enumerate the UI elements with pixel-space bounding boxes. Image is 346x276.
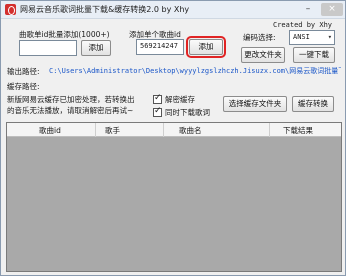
select-cache-folder-button[interactable]: 选择缓存文件夹 [223, 96, 287, 112]
cache-path-label: 缓存路径: [7, 82, 40, 91]
column-header-song-name[interactable]: 歌曲名 [179, 125, 202, 136]
minimize-button[interactable]: – [301, 3, 315, 16]
credit-text: Created by Xhy [273, 21, 333, 29]
encoding-label: 编码选择: [243, 33, 276, 42]
main-window: 网易云音乐歌词批量下载&缓存转换2.0 by Xhy – × Created b… [0, 0, 346, 276]
decrypt-cache-checkbox[interactable]: 解密缓存 [153, 93, 195, 105]
convert-cache-button[interactable]: 缓存转换 [292, 96, 334, 112]
output-path-link[interactable]: C:\Users\Administrator\Desktop\wyyylzgsl… [49, 66, 341, 76]
column-header-download-result[interactable]: 下载结果 [283, 125, 313, 136]
change-folder-button[interactable]: 更改文件夹 [241, 47, 285, 63]
output-path-label: 输出路径: [7, 67, 40, 76]
download-lyrics-label: 同时下载歌词 [165, 108, 210, 117]
table-header: 歌曲id 歌手 歌曲名 下载结果 [7, 123, 341, 137]
notice-line-1: 新版网易云缓存已加密处理，若转换出 [7, 95, 135, 104]
batch-id-label: 曲歌单id批量添加(1000+) [19, 30, 110, 39]
single-id-input[interactable]: 569214247 [136, 39, 184, 55]
notice-line-2: 的音乐无法播放，请取消解密后再试~ [7, 106, 134, 115]
batch-id-input[interactable] [19, 40, 77, 56]
song-table[interactable]: 歌曲id 歌手 歌曲名 下载结果 [6, 122, 342, 272]
window-title: 网易云音乐歌词批量下载&缓存转换2.0 by Xhy [20, 5, 190, 14]
close-button[interactable]: × [321, 3, 343, 16]
decrypt-cache-label: 解密缓存 [165, 95, 195, 104]
checkbox-checked-icon [153, 106, 162, 117]
download-lyrics-checkbox[interactable]: 同时下载歌词 [153, 106, 210, 118]
column-header-artist[interactable]: 歌手 [105, 125, 120, 136]
download-all-button[interactable]: 一键下载 [293, 47, 335, 63]
netease-music-icon [5, 4, 16, 15]
encoding-select[interactable]: ANSI ▾ [289, 30, 335, 45]
batch-add-button[interactable]: 添加 [81, 40, 111, 56]
single-add-button[interactable]: 添加 [186, 36, 226, 58]
chevron-down-icon: ▾ [327, 33, 332, 41]
column-header-song-id[interactable]: 歌曲id [39, 125, 61, 136]
encoding-value: ANSI [293, 33, 310, 41]
title-bar: 网易云音乐歌词批量下载&缓存转换2.0 by Xhy – × [1, 1, 345, 19]
checkbox-checked-icon [153, 93, 162, 104]
